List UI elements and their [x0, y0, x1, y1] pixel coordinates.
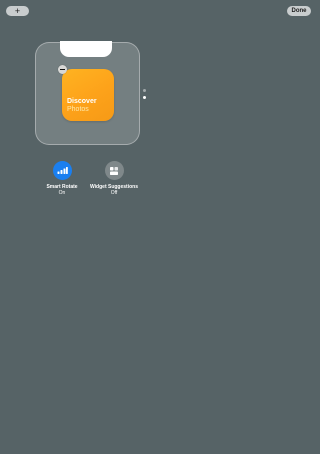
widget-suggestions-icon [110, 166, 118, 175]
photos-widget[interactable]: Discover Photos [62, 69, 114, 121]
minus-icon [60, 68, 65, 71]
smart-rotate-icon [57, 167, 68, 174]
widget-title: Discover [67, 98, 97, 105]
widget-suggestions-button[interactable] [104, 161, 124, 180]
stack-notch [60, 41, 112, 57]
smart-rotate-button[interactable] [52, 161, 72, 180]
widget-suggestions-toggle[interactable]: Widget Suggestions Off [79, 161, 149, 196]
done-button[interactable]: Done [287, 6, 311, 16]
plus-icon: + [14, 5, 21, 16]
add-widget-button[interactable]: + [6, 6, 29, 16]
remove-widget-button[interactable] [58, 65, 67, 74]
page-dot-active[interactable] [143, 96, 146, 99]
widget-suggestions-state: Off [110, 190, 118, 196]
widget-subtitle: Photos [67, 106, 89, 113]
page-dot[interactable] [143, 89, 146, 92]
